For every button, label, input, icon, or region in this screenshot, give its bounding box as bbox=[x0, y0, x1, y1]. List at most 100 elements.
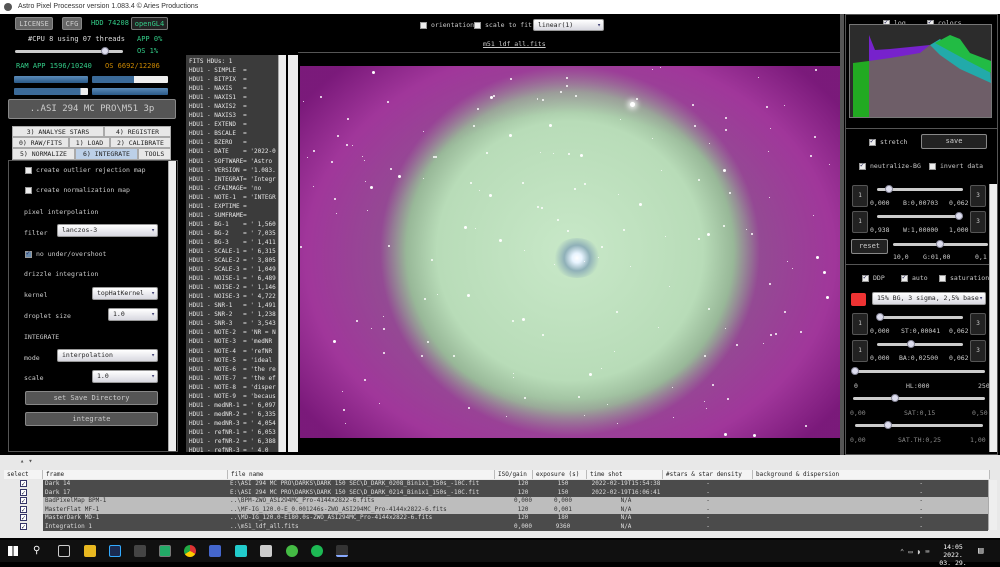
hl-slider[interactable] bbox=[855, 370, 985, 373]
col-exposure[interactable]: exposure (s) bbox=[533, 470, 587, 479]
sat-slider[interactable] bbox=[853, 397, 985, 400]
w-increase-button[interactable]: 3 bbox=[970, 211, 986, 233]
app-icon[interactable] bbox=[286, 545, 298, 557]
save-button[interactable]: save bbox=[921, 134, 987, 149]
tab-tools[interactable]: TOOLS bbox=[138, 148, 171, 160]
droplet-size-select[interactable]: 1.0 bbox=[108, 308, 158, 321]
white-point-knob[interactable] bbox=[955, 212, 963, 220]
app-icon[interactable] bbox=[235, 545, 247, 557]
right-panel-scrollbar[interactable] bbox=[989, 184, 997, 452]
kernel-select[interactable]: topHatKernel bbox=[92, 287, 158, 300]
tab-raw-fits[interactable]: 0) RAW/FITS bbox=[12, 137, 69, 148]
scale-select[interactable]: 1.0 bbox=[92, 370, 158, 383]
reset-button[interactable]: reset bbox=[851, 239, 888, 254]
ba-decrease-button[interactable]: 1 bbox=[852, 340, 868, 362]
col-time-shot[interactable]: time shot bbox=[587, 470, 663, 479]
ba-increase-button[interactable]: 3 bbox=[970, 340, 986, 362]
app-icon[interactable] bbox=[134, 545, 146, 557]
normalization-map-checkbox[interactable]: create normalization map bbox=[25, 186, 130, 194]
tray-icons[interactable]: ⌃ ▭ ◗ ⌨ bbox=[900, 548, 930, 556]
ba-slider[interactable] bbox=[877, 343, 963, 346]
ddp-preset-select[interactable]: 15% BG, 3 sigma, 2,5% base bbox=[872, 292, 986, 305]
auto-checkbox[interactable]: auto bbox=[901, 273, 928, 282]
col-iso-gain[interactable]: ISO/gain bbox=[495, 470, 533, 479]
windows-start-icon[interactable] bbox=[8, 546, 18, 556]
table-row[interactable]: Dark 17 E:\ASI 294 MC PRO\DARKS\DARK 150 … bbox=[43, 488, 988, 497]
scale-to-fit-checkbox[interactable]: scale to fit bbox=[474, 21, 532, 29]
table-row[interactable]: Dark 14 E:\ASI 294 MC PRO\DARKS\DARK 150 … bbox=[43, 480, 988, 489]
search-icon[interactable]: ⚲ bbox=[33, 545, 40, 556]
file-explorer-icon[interactable] bbox=[84, 545, 96, 557]
st-increase-button[interactable]: 3 bbox=[970, 313, 986, 335]
b-increase-button[interactable]: 3 bbox=[970, 185, 986, 207]
splitter-handle[interactable] bbox=[288, 55, 298, 452]
spotify-icon[interactable] bbox=[311, 545, 323, 557]
invert-data-checkbox[interactable]: invert data bbox=[929, 162, 983, 170]
col-background[interactable]: background & dispersion bbox=[753, 470, 990, 479]
tab-load[interactable]: 1) LOAD bbox=[69, 137, 110, 148]
st-decrease-button[interactable]: 1 bbox=[852, 313, 868, 335]
table-row[interactable]: Integration 1 ..\m51_ldf_all.fits 0,000 936… bbox=[43, 522, 988, 531]
tab-integrate[interactable]: 6) INTEGRATE bbox=[75, 148, 138, 160]
integrate-panel-scrollbar[interactable] bbox=[168, 161, 176, 451]
orientation-checkbox[interactable]: orientation bbox=[420, 21, 474, 29]
ddp-checkbox[interactable]: DDP bbox=[862, 273, 885, 282]
col-select[interactable]: select bbox=[4, 470, 43, 479]
neutralize-bg-checkbox[interactable]: neutralize-BG bbox=[859, 161, 921, 170]
gamma-knob[interactable] bbox=[936, 240, 944, 248]
threads-slider-knob[interactable] bbox=[101, 47, 109, 55]
license-button[interactable]: LICENSE bbox=[15, 17, 53, 30]
table-scrollbar[interactable] bbox=[988, 480, 997, 530]
row-select-checkbox[interactable]: ✓ bbox=[20, 514, 27, 522]
tab-analyse-stars[interactable]: 3) ANALYSE STARS bbox=[12, 126, 104, 137]
table-row[interactable]: BadPixelMap BPM-1 ..\BPM-ZWO_ASI294MC_Pro… bbox=[43, 497, 988, 506]
row-select-checkbox[interactable]: ✓ bbox=[20, 488, 27, 496]
row-select-checkbox[interactable]: ✓ bbox=[20, 505, 27, 513]
tab-normalize[interactable]: 5) NORMALIZE bbox=[12, 148, 75, 160]
chrome-icon[interactable] bbox=[184, 545, 196, 557]
fits-header-scrollbar[interactable] bbox=[278, 55, 286, 452]
table-row[interactable]: MasterDark MD-1 ..\MD-IG_120.0-E180.0s-ZW… bbox=[43, 514, 988, 523]
no-overshoot-checkbox[interactable]: no under/overshoot bbox=[25, 249, 106, 258]
white-point-slider[interactable] bbox=[877, 215, 963, 218]
table-row[interactable]: MasterFlat MF-1 ..\MF-IG_120.0-E_0.001246… bbox=[43, 505, 988, 514]
save-disk-icon[interactable] bbox=[209, 545, 221, 557]
tab-calibrate[interactable]: 2) CALIBRATE bbox=[110, 137, 171, 148]
cfg-button[interactable]: CFG bbox=[62, 17, 82, 30]
clock[interactable]: 14:05 2022. 03. 29. bbox=[937, 543, 969, 567]
set-save-directory-button[interactable]: set Save Directory bbox=[25, 391, 158, 405]
st-knob[interactable] bbox=[876, 313, 884, 321]
astro-pixel-processor-icon[interactable] bbox=[336, 545, 348, 557]
col-file-name[interactable]: file name bbox=[228, 470, 495, 479]
row-select-checkbox[interactable]: ✓ bbox=[20, 522, 27, 530]
b-decrease-button[interactable]: 1 bbox=[852, 185, 868, 207]
mode-select[interactable]: interpolation bbox=[57, 349, 158, 362]
integrate-button[interactable]: integrate bbox=[25, 412, 158, 426]
collapse-toggle[interactable]: ▴ ▾ bbox=[20, 457, 33, 465]
task-view-icon[interactable] bbox=[58, 545, 70, 557]
sat-knob[interactable] bbox=[891, 394, 899, 402]
image-viewer[interactable] bbox=[300, 66, 840, 438]
saturation-checkbox[interactable]: saturation bbox=[939, 274, 989, 282]
filter-select[interactable]: lanczos-3 bbox=[57, 224, 158, 237]
stretch-mode-select[interactable]: linear(1) bbox=[533, 19, 604, 31]
st-slider[interactable] bbox=[877, 316, 963, 319]
tab-register[interactable]: 4) REGISTER bbox=[104, 126, 171, 137]
row-select-checkbox[interactable]: ✓ bbox=[20, 497, 27, 505]
hl-knob[interactable] bbox=[851, 367, 859, 375]
row-select-checkbox[interactable]: ✓ bbox=[20, 480, 27, 488]
col-frame[interactable]: frame bbox=[43, 470, 228, 479]
notifications-icon[interactable]: ▤ bbox=[978, 546, 983, 556]
working-directory-button[interactable]: ..ASI 294 MC PRO\M51 3p bbox=[8, 99, 176, 119]
red-indicator-button[interactable] bbox=[851, 293, 866, 306]
ba-knob[interactable] bbox=[907, 340, 915, 348]
black-point-knob[interactable] bbox=[885, 185, 893, 193]
outlier-map-checkbox[interactable]: create outlier rejection map bbox=[25, 166, 146, 174]
app-icon[interactable] bbox=[260, 545, 272, 557]
photoshop-icon[interactable] bbox=[109, 545, 121, 557]
w-decrease-button[interactable]: 1 bbox=[852, 211, 868, 233]
app-icon[interactable] bbox=[159, 545, 171, 557]
sat-threshold-knob[interactable] bbox=[884, 421, 892, 429]
sat-threshold-slider[interactable] bbox=[855, 424, 983, 427]
stretch-checkbox[interactable]: stretch bbox=[869, 137, 907, 146]
